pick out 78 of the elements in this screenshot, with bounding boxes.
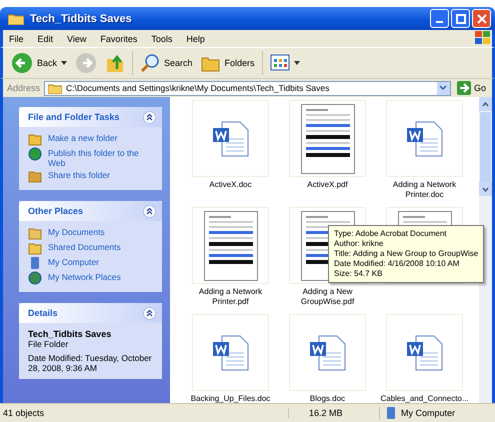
task-link[interactable]: My Network Places — [48, 272, 121, 282]
file-thumbnail[interactable] — [192, 100, 269, 177]
file-thumbnail[interactable] — [192, 207, 269, 284]
close-icon — [476, 14, 486, 24]
task-link[interactable]: Make a new folder — [48, 133, 118, 143]
file-name[interactable]: Backing_Up_Files.doc — [183, 394, 278, 404]
task-link[interactable]: My Computer — [48, 257, 100, 267]
word-document-icon — [212, 120, 250, 156]
tooltip-line: Date Modified: 4/16/2008 10:10 AM — [334, 259, 460, 269]
maximize-icon — [456, 14, 466, 24]
folder-icon — [8, 12, 24, 24]
scroll-up-icon[interactable] — [482, 102, 489, 106]
task-link[interactable]: Shared Documents — [48, 242, 121, 252]
address-field[interactable]: C:\Documents and Settings\krikne\My Documents\Tech_Tidbits Saves — [44, 80, 451, 96]
caret-icon — [61, 61, 68, 65]
file-name[interactable]: ActiveX.pdf — [280, 180, 375, 190]
go-arrow-icon — [456, 81, 471, 95]
word-document-icon — [308, 334, 346, 370]
panel-header[interactable]: File and Folder Tasks — [19, 107, 162, 127]
date-modified: Date Modified: Tuesday, October 28, 2008, 9:36 AM — [28, 353, 153, 373]
close-button[interactable] — [472, 9, 491, 28]
task-link[interactable]: My Documents — [48, 227, 105, 237]
word-document-icon — [406, 334, 444, 370]
menu-item[interactable]: Help — [186, 34, 205, 44]
file-thumbnail[interactable] — [386, 314, 463, 391]
tooltip-line: Size: 54.7 KB — [334, 269, 384, 279]
minimize-icon — [436, 20, 443, 22]
vertical-scrollbar[interactable] — [479, 97, 492, 403]
file-name[interactable]: Adding a New GroupWise.pdf — [280, 287, 375, 307]
tooltip-line: Title: Adding a New Group to GroupWise — [334, 249, 478, 259]
minimize-button[interactable] — [430, 9, 449, 28]
folder-icon — [48, 82, 62, 94]
caret-icon — [294, 61, 300, 65]
file-thumbnail[interactable] — [289, 314, 366, 391]
menu-item[interactable]: View — [67, 34, 86, 44]
scroll-thumb[interactable] — [480, 112, 491, 182]
menu-item[interactable]: File — [9, 34, 24, 44]
panel-header[interactable]: Other Places — [19, 201, 162, 221]
tooltip-line: Type: Adobe Acrobat Document — [334, 229, 448, 239]
location-text: My Computer — [401, 408, 456, 418]
search-button[interactable]: Search — [136, 51, 197, 75]
menu-item[interactable]: Favorites — [100, 34, 138, 44]
pdf-page-preview — [300, 104, 354, 174]
folder-up-icon — [105, 53, 126, 73]
file-thumbnail[interactable] — [386, 100, 463, 177]
word-document-icon — [212, 334, 250, 370]
folder-name: Tech_Tidbits Saves — [28, 329, 112, 339]
file-name[interactable]: Blogs.doc — [280, 394, 375, 404]
file-thumbnail[interactable] — [289, 100, 366, 177]
share-icon — [28, 169, 42, 183]
documents-icon — [28, 226, 42, 240]
address-label: Address — [7, 83, 40, 93]
total-size: 16.2 MB — [288, 408, 379, 418]
menu-item[interactable]: Edit — [38, 34, 54, 44]
folder-type: File Folder — [28, 339, 70, 349]
word-document-icon — [406, 120, 444, 156]
scroll-down-icon[interactable] — [482, 186, 489, 192]
maximize-button[interactable] — [451, 9, 470, 28]
window-title: Tech_Tidbits Saves — [30, 12, 133, 24]
go-button[interactable]: Go — [454, 81, 488, 95]
back-button[interactable]: Back — [7, 50, 72, 76]
task-link[interactable]: Publish this folder to the Web — [48, 148, 154, 168]
file-name[interactable]: Cables_and_Connecto... — [377, 394, 472, 404]
object-count: 41 objects — [2, 408, 46, 418]
file-name[interactable]: Adding a Network Printer.doc — [377, 180, 472, 200]
pdf-page-preview — [204, 210, 258, 280]
file-name[interactable]: ActiveX.doc — [183, 180, 278, 190]
panel-header[interactable]: Details — [19, 303, 162, 323]
folders-button[interactable]: Folders — [196, 52, 259, 74]
menu-item[interactable]: Tools — [151, 34, 172, 44]
task-link[interactable]: Share this folder — [48, 170, 110, 180]
tooltip-line: Author: krikne — [334, 239, 384, 249]
search-icon — [140, 53, 160, 73]
new-folder-icon — [28, 132, 42, 146]
views-icon — [270, 54, 290, 72]
file-name[interactable]: Adding a Network Printer.pdf — [183, 287, 278, 307]
folder-icon — [28, 241, 42, 255]
file-thumbnail[interactable] — [192, 314, 269, 391]
